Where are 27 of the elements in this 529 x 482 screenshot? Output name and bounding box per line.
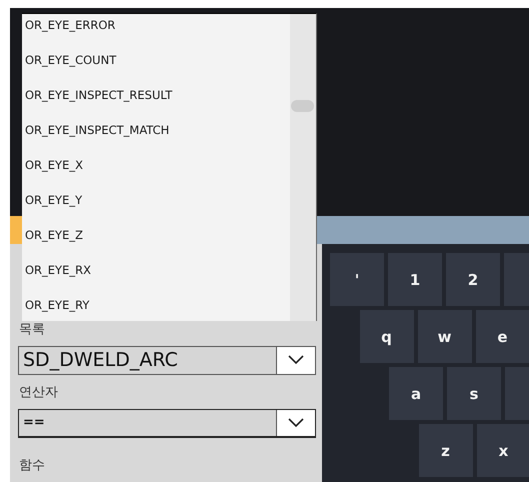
list-item[interactable]: OR_EYE_INSPECT_RESULT <box>22 77 290 112</box>
list-item[interactable]: OR_EYE_RX <box>22 252 290 287</box>
keyboard-key[interactable]: ' <box>330 253 384 306</box>
list-item[interactable]: OR_EYE_Z <box>22 217 290 252</box>
list-item[interactable]: OR_EYE_X <box>22 147 290 182</box>
keyboard-key[interactable]: a <box>389 367 443 420</box>
keyboard-key[interactable]: z <box>418 424 472 477</box>
keyboard-key[interactable]: e <box>476 310 529 363</box>
list-item[interactable]: OR_EYE_COUNT <box>22 42 290 77</box>
chevron-down-icon[interactable] <box>276 347 315 374</box>
keyboard-key[interactable]: s <box>447 367 501 420</box>
keyboard-key[interactable]: 1 <box>388 253 442 306</box>
dropdown-field[interactable]: == <box>18 408 316 438</box>
list-item[interactable]: OR_EYE_RY <box>22 287 290 321</box>
keyboard-key[interactable]: x <box>476 424 529 477</box>
keyboard-key[interactable]: w <box>418 310 472 363</box>
scrollbar-thumb[interactable] <box>291 100 314 112</box>
field-label: 연산자 <box>19 384 59 401</box>
field-label: 목록 <box>19 322 46 338</box>
chevron-down-icon[interactable] <box>276 410 315 436</box>
list-item[interactable]: OR_EYE_ERROR <box>22 14 290 42</box>
keyboard-key[interactable]: 2 <box>446 253 500 306</box>
field-label: 함수 <box>19 458 46 474</box>
keyboard-key[interactable]: q <box>360 310 414 363</box>
list-item[interactable]: OR_EYE_Y <box>22 182 290 217</box>
list-item[interactable]: OR_EYE_INSPECT_MATCH <box>22 112 290 147</box>
dropdown-field[interactable]: SD_DWELD_ARC <box>18 346 316 375</box>
